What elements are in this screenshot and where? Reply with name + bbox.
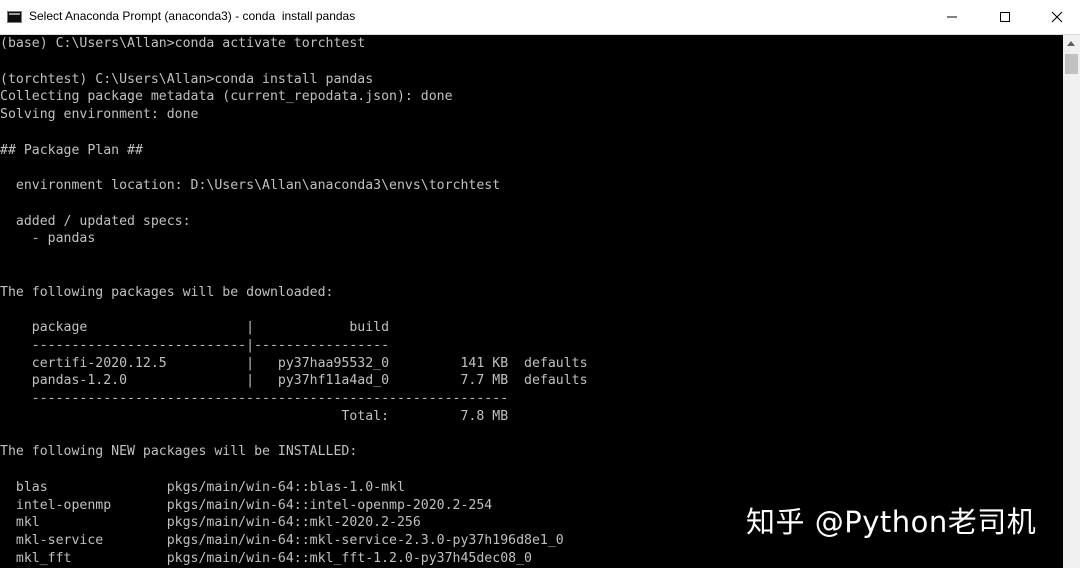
- console-line: package | build: [0, 320, 390, 335]
- minimize-icon: [947, 16, 957, 18]
- scrollbar-thumb[interactable]: [1065, 54, 1078, 74]
- console-line: Total: 7.8 MB: [0, 408, 509, 424]
- console-line: intel-openmp pkgs/main/win-64::intel-ope…: [0, 497, 493, 513]
- console-line: environment location: D:\Users\Allan\ana…: [0, 178, 501, 193]
- console-line: - pandas: [0, 231, 96, 247]
- console-line: (torchtest) C:\Users\Allan>conda install…: [0, 71, 374, 87]
- console-output[interactable]: (base) C:\Users\Allan>conda activate tor…: [0, 35, 1063, 568]
- console-line: blas pkgs/main/win-64::blas-1.0-mkl: [0, 479, 405, 495]
- console-line: Solving environment: done: [0, 107, 199, 122]
- minimize-button[interactable]: [929, 0, 975, 34]
- console-line: certifi-2020.12.5 | py37haa95532_0 141 K…: [0, 355, 588, 371]
- close-icon: [1051, 11, 1063, 23]
- console-line: The following NEW packages will be INSTA…: [0, 444, 358, 460]
- close-button[interactable]: [1034, 0, 1080, 34]
- console-line: mkl pkgs/main/win-64::mkl-2020.2-256: [0, 515, 421, 531]
- maximize-button[interactable]: [982, 0, 1028, 34]
- console-line: mkl-service pkgs/main/win-64::mkl-servic…: [0, 533, 564, 548]
- console-line: mkl_fft pkgs/main/win-64::mkl_fft-1.2.0-…: [0, 550, 532, 566]
- console-line: ----------------------------------------…: [0, 391, 509, 406]
- maximize-icon: [1000, 12, 1010, 22]
- console-line: ---------------------------|------------…: [0, 337, 390, 353]
- console-line: pandas-1.2.0 | py37hf11a4ad_0 7.7 MB def…: [0, 373, 588, 389]
- window-title: Select Anaconda Prompt (anaconda3) - con…: [29, 9, 356, 23]
- title-bar[interactable]: Select Anaconda Prompt (anaconda3) - con…: [0, 0, 1080, 35]
- console-line: added / updated specs:: [0, 213, 191, 229]
- console-line: The following packages will be downloade…: [0, 284, 334, 300]
- console-line: Collecting package metadata (current_rep…: [0, 89, 453, 105]
- console-line: ## Package Plan ##: [0, 142, 143, 158]
- scroll-up-arrow-icon[interactable]: [1063, 35, 1080, 52]
- console-window: Select Anaconda Prompt (anaconda3) - con…: [0, 0, 1080, 568]
- console-line: (base) C:\Users\Allan>conda activate tor…: [0, 36, 366, 51]
- console-app-icon[interactable]: [7, 11, 22, 23]
- watermark: 知乎 @Python老司机: [746, 505, 1037, 539]
- vertical-scrollbar[interactable]: [1063, 35, 1080, 568]
